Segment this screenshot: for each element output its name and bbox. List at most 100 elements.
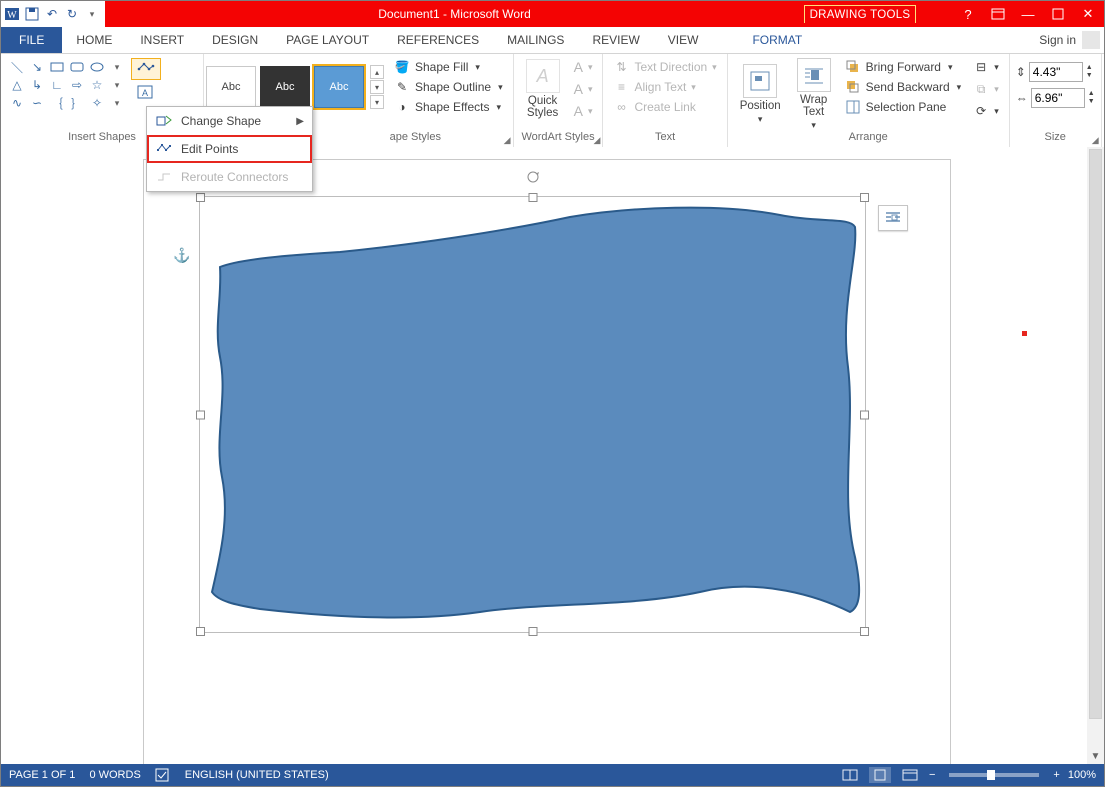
resize-handle-n[interactable] bbox=[528, 193, 537, 202]
style-thumb-3[interactable]: Abc bbox=[314, 66, 364, 108]
layout-options-button[interactable] bbox=[878, 205, 908, 231]
status-proofing-icon[interactable] bbox=[155, 768, 171, 782]
tab-home[interactable]: HOME bbox=[62, 27, 126, 53]
group-size: ⇕ ▲▼ ⇔ ▲▼ Size ◢ bbox=[1010, 54, 1102, 148]
view-print-layout-icon[interactable] bbox=[869, 767, 891, 783]
style-thumb-1[interactable]: Abc bbox=[206, 66, 256, 108]
tab-file[interactable]: FILE bbox=[1, 27, 62, 53]
scrollbar-thumb[interactable] bbox=[1089, 149, 1102, 719]
edit-shape-button[interactable] bbox=[131, 58, 161, 80]
zoom-level[interactable]: 100% bbox=[1068, 769, 1096, 781]
view-web-layout-icon[interactable] bbox=[899, 767, 921, 783]
position-button[interactable]: Position▾ bbox=[734, 58, 787, 131]
tab-format[interactable]: FORMAT bbox=[738, 27, 816, 53]
ribbon-display-icon[interactable] bbox=[988, 4, 1008, 24]
shape-brace2-icon[interactable]: ｝ bbox=[67, 94, 87, 112]
send-backward-button[interactable]: Send Backward▾ bbox=[841, 78, 966, 96]
tab-design[interactable]: DESIGN bbox=[198, 27, 272, 53]
shape-l-icon[interactable]: ∟ bbox=[47, 76, 67, 94]
resize-handle-w[interactable] bbox=[196, 410, 205, 419]
shape-elbow-icon[interactable]: ↳ bbox=[27, 76, 47, 94]
shape-brace-icon[interactable]: ｛ bbox=[47, 94, 67, 112]
align-button[interactable]: ⊟▾ bbox=[969, 58, 1003, 76]
height-input[interactable] bbox=[1029, 62, 1083, 82]
tab-references[interactable]: REFERENCES bbox=[383, 27, 493, 53]
zoom-slider[interactable] bbox=[949, 773, 1039, 777]
zoom-in-button[interactable]: + bbox=[1053, 769, 1059, 781]
document-canvas[interactable]: ⚓ ▼ bbox=[1, 147, 1104, 764]
style-thumb-2[interactable]: Abc bbox=[260, 66, 310, 108]
shape-height-field[interactable]: ⇕ ▲▼ bbox=[1016, 62, 1095, 82]
shape-rect-icon[interactable] bbox=[47, 58, 67, 76]
shape-arrow-icon[interactable]: ↘ bbox=[27, 58, 47, 76]
shape-selection-frame[interactable] bbox=[199, 196, 866, 633]
vertical-scrollbar[interactable]: ▼ bbox=[1087, 147, 1104, 764]
style-gallery-spinner[interactable]: ▴▾▾ bbox=[370, 65, 384, 109]
rotate-handle[interactable] bbox=[525, 169, 541, 185]
status-language[interactable]: ENGLISH (UNITED STATES) bbox=[185, 769, 329, 781]
menu-edit-points[interactable]: Edit Points bbox=[147, 135, 312, 163]
resize-handle-se[interactable] bbox=[860, 627, 869, 636]
shape-roundrect-icon[interactable] bbox=[67, 58, 87, 76]
sign-in[interactable]: Sign in bbox=[1029, 27, 1104, 53]
shape-triangle-icon[interactable]: △ bbox=[7, 76, 27, 94]
resize-handle-e[interactable] bbox=[860, 410, 869, 419]
shape-star-icon[interactable]: ☆ bbox=[87, 76, 107, 94]
undo-icon[interactable]: ↶ bbox=[43, 5, 61, 23]
zoom-out-button[interactable]: − bbox=[929, 769, 935, 781]
selection-pane-button[interactable]: Selection Pane bbox=[841, 98, 966, 116]
shape-curve2-icon[interactable]: ∽ bbox=[27, 94, 47, 112]
save-icon[interactable] bbox=[23, 5, 41, 23]
resize-handle-s[interactable] bbox=[528, 627, 537, 636]
tab-insert[interactable]: INSERT bbox=[126, 27, 198, 53]
shape-curve1-icon[interactable]: ∿ bbox=[7, 94, 27, 112]
shape-callout-icon[interactable]: ✧ bbox=[87, 94, 107, 112]
avatar-icon bbox=[1082, 31, 1100, 49]
tab-view[interactable]: VIEW bbox=[654, 27, 713, 53]
status-page[interactable]: PAGE 1 OF 1 bbox=[9, 769, 75, 781]
textbox-button[interactable]: A bbox=[131, 82, 159, 102]
close-icon[interactable]: ✕ bbox=[1078, 4, 1098, 24]
edit-shape-menu: Change Shape ▶ Edit Points Reroute Conne… bbox=[146, 106, 313, 192]
resize-handle-ne[interactable] bbox=[860, 193, 869, 202]
shape-outline-button[interactable]: ✎Shape Outline▾ bbox=[390, 78, 507, 96]
shape-width-field[interactable]: ⇔ ▲▼ bbox=[1016, 88, 1095, 108]
bring-forward-button[interactable]: Bring Forward▾ bbox=[841, 58, 966, 76]
shape-oval-icon[interactable] bbox=[87, 58, 107, 76]
minimize-icon[interactable]: — bbox=[1018, 4, 1038, 24]
qat-more-icon[interactable]: ▾ bbox=[83, 5, 101, 23]
shape-fill-button[interactable]: 🪣Shape Fill▾ bbox=[390, 58, 507, 76]
tab-review[interactable]: REVIEW bbox=[578, 27, 653, 53]
rotate-button[interactable]: ⟳▾ bbox=[969, 102, 1003, 120]
width-input[interactable] bbox=[1031, 88, 1085, 108]
redo-icon[interactable]: ↻ bbox=[63, 5, 81, 23]
shape-effects-button[interactable]: ◑Shape Effects▾ bbox=[390, 98, 507, 116]
link-icon: ∞ bbox=[613, 99, 629, 115]
align-icon: ⊟ bbox=[973, 59, 989, 75]
group-button: ⧉▾ bbox=[969, 80, 1003, 98]
status-words[interactable]: 0 WORDS bbox=[89, 769, 140, 781]
tab-page-layout[interactable]: PAGE LAYOUT bbox=[272, 27, 383, 53]
shapes-gallery-more[interactable]: ▾ bbox=[107, 94, 127, 112]
help-icon[interactable]: ? bbox=[958, 4, 978, 24]
shapes-gallery[interactable]: ＼ ↘ ▾ △ ↳ ∟ ⇨ ☆ ▾ ∿ ∽ ｛ ｝ ✧ ▾ bbox=[7, 58, 127, 112]
menu-change-shape[interactable]: Change Shape ▶ bbox=[147, 107, 312, 135]
maximize-icon[interactable] bbox=[1048, 4, 1068, 24]
shapes-row1-more[interactable]: ▾ bbox=[107, 58, 127, 76]
shape-arrowr-icon[interactable]: ⇨ bbox=[67, 76, 87, 94]
svg-text:A: A bbox=[142, 88, 148, 98]
size-dialog-launcher[interactable]: ◢ bbox=[1092, 135, 1099, 146]
resize-handle-sw[interactable] bbox=[196, 627, 205, 636]
shape-line-icon[interactable]: ＼ bbox=[7, 58, 27, 76]
shapes-row2-more[interactable]: ▾ bbox=[107, 76, 127, 94]
view-read-mode-icon[interactable] bbox=[839, 767, 861, 783]
menu-edit-points-label: Edit Points bbox=[181, 142, 238, 156]
tab-mailings[interactable]: MAILINGS bbox=[493, 27, 578, 53]
zoom-slider-knob[interactable] bbox=[987, 770, 995, 780]
wrap-text-icon bbox=[797, 58, 831, 92]
resize-handle-nw[interactable] bbox=[196, 193, 205, 202]
shape-styles-dialog-launcher[interactable]: ◢ bbox=[504, 135, 511, 146]
scroll-down-icon[interactable]: ▼ bbox=[1087, 748, 1104, 764]
freeform-shape[interactable] bbox=[200, 197, 865, 632]
wrap-text-button[interactable]: Wrap Text▾ bbox=[791, 58, 837, 131]
